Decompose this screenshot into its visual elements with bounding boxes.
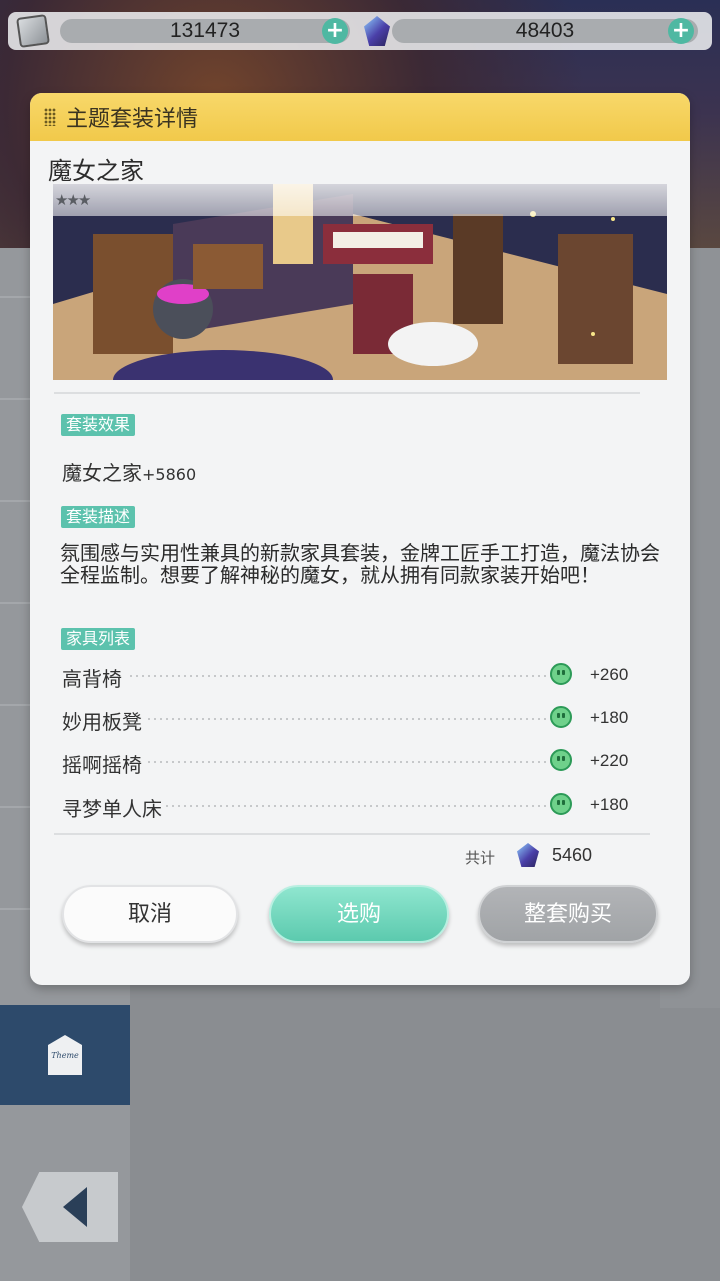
section-label-effect: 套装效果 bbox=[61, 414, 136, 436]
back-button[interactable] bbox=[22, 1172, 118, 1242]
set-name: 魔女之家 bbox=[48, 157, 144, 185]
cancel-button[interactable]: 取消 bbox=[62, 885, 238, 943]
coin-icon bbox=[16, 14, 50, 48]
coin-count: 131473 bbox=[60, 19, 350, 43]
set-effect-value: +5860 bbox=[142, 465, 197, 484]
dotted-leader bbox=[122, 761, 552, 763]
comfort-icon bbox=[550, 706, 572, 728]
comfort-icon bbox=[550, 793, 572, 815]
crystal-count: 48403 bbox=[392, 19, 698, 43]
add-coins-button[interactable]: + bbox=[322, 18, 348, 44]
furniture-row: 寻梦单人床 +180 bbox=[62, 791, 632, 822]
furniture-name: 摇啊摇椅 bbox=[62, 749, 146, 778]
dialog-title: 主题套装详情 bbox=[66, 107, 199, 132]
dotted-leader bbox=[122, 718, 552, 720]
dialog-header: 主题套装详情 bbox=[30, 93, 690, 141]
furniture-row: 摇啊摇椅 +220 bbox=[62, 747, 632, 778]
back-arrow-icon bbox=[63, 1187, 87, 1227]
furniture-name: 妙用板凳 bbox=[62, 706, 146, 735]
set-preview-image: ★★★ bbox=[53, 184, 667, 380]
select-button[interactable]: 选购 bbox=[269, 885, 449, 943]
add-crystals-button[interactable]: + bbox=[668, 18, 694, 44]
furniture-value: +220 bbox=[590, 751, 629, 770]
grip-icon bbox=[44, 108, 56, 126]
furniture-value: +260 bbox=[590, 665, 629, 684]
divider bbox=[54, 392, 640, 394]
currency-bar: 131473 + 48403 + bbox=[8, 12, 712, 50]
comfort-icon bbox=[550, 663, 572, 685]
theme-set-detail-dialog: 主题套装详情 魔女之家 ★★★ 套装效果 魔女之家+5860 套装描述 氛围感与… bbox=[30, 93, 690, 985]
divider bbox=[54, 833, 650, 835]
furniture-name: 高背椅 bbox=[62, 663, 126, 692]
furniture-row: 妙用板凳 +180 bbox=[62, 704, 632, 735]
sidebar-item-theme[interactable]: Theme bbox=[0, 1005, 130, 1105]
section-label-furniture: 家具列表 bbox=[61, 628, 136, 650]
furniture-row: 高背椅 +260 bbox=[62, 661, 632, 692]
furniture-name: 寻梦单人床 bbox=[62, 793, 166, 822]
theme-tag-icon: Theme bbox=[48, 1035, 82, 1075]
section-label-description: 套装描述 bbox=[61, 506, 136, 528]
dotted-leader bbox=[122, 675, 552, 677]
total-value: 5460 bbox=[552, 845, 593, 865]
buy-all-button[interactable]: 整套购买 bbox=[478, 885, 658, 943]
set-effect-name: 魔女之家 bbox=[62, 461, 142, 485]
furniture-value: +180 bbox=[590, 708, 629, 727]
rarity-stars: ★★★ bbox=[53, 184, 667, 216]
crystal-icon bbox=[364, 16, 390, 46]
set-effect: 魔女之家+5860 bbox=[62, 457, 196, 486]
set-description: 氛围感与实用性兼具的新款家具套装，金牌工匠手工打造，魔法协会全程监制。想要了解神… bbox=[60, 541, 660, 587]
dotted-leader bbox=[122, 805, 552, 807]
total-label: 共计 bbox=[465, 849, 496, 867]
crystal-icon bbox=[517, 843, 539, 867]
furniture-value: +180 bbox=[590, 795, 629, 814]
comfort-icon bbox=[550, 749, 572, 771]
